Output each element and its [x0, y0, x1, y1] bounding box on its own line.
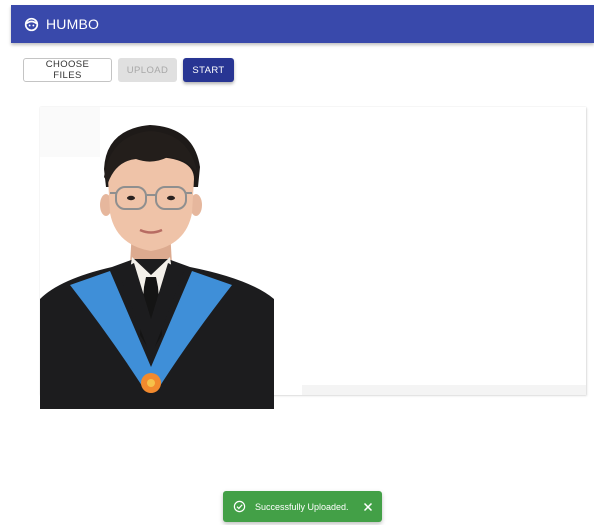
panel-footer-strip	[302, 385, 586, 395]
success-snackbar: Successfully Uploaded.	[223, 491, 382, 522]
face-icon	[24, 17, 39, 32]
app-title: HUMBO	[46, 16, 100, 32]
choose-files-button[interactable]: CHOOSE FILES	[23, 58, 112, 82]
app-root: HUMBO CHOOSE FILES UPLOAD START Successf…	[0, 0, 594, 525]
check-circle-icon	[233, 500, 246, 513]
start-button[interactable]: START	[183, 58, 234, 82]
app-bar: HUMBO	[11, 5, 594, 43]
uploaded-portrait-image	[40, 107, 274, 409]
upload-button[interactable]: UPLOAD	[118, 58, 177, 82]
snackbar-message: Successfully Uploaded.	[255, 501, 349, 512]
toolbar: CHOOSE FILES UPLOAD START	[23, 58, 234, 82]
preview-area	[40, 107, 586, 409]
close-icon[interactable]	[363, 502, 373, 512]
